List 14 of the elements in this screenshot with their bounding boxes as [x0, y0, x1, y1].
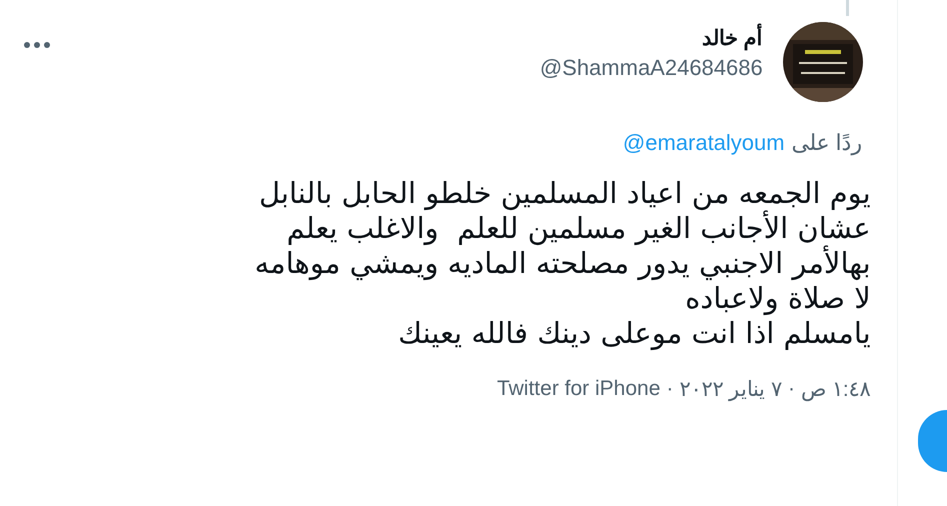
author-name[interactable]: أم خالد [540, 26, 763, 51]
tweet-text-line: بهالأمر الاجنبي يدور مصلحته الماديه ويمشي موهامه [254, 246, 871, 281]
separator-dot: · [788, 377, 796, 402]
separator-dot: · [666, 377, 674, 402]
more-options-icon[interactable] [24, 42, 50, 48]
author-handle[interactable]: @ShammaA24684686 [540, 55, 763, 81]
tweet-text-line: عشان الأجانب الغير مسلمين للعلم والاغلب يعلم [286, 211, 871, 246]
source-link[interactable]: Twitter for iPhone [496, 377, 660, 402]
tweet-text-line: يوم الجمعه من اعياد المسلمين خلطو الحابل بالنابل [258, 176, 871, 210]
reply-label: ردًا على [792, 130, 863, 156]
tweet-text-line: يامسلم اذا انت موعلى دينك فالله يعينك [397, 316, 871, 351]
tweet-date[interactable]: ٧ يناير ٢٠٢٢ [679, 377, 782, 402]
tweet-text-line: لا صلاة ولاعباده [684, 281, 871, 316]
tweet-time[interactable]: ١:٤٨ ص [801, 377, 871, 402]
